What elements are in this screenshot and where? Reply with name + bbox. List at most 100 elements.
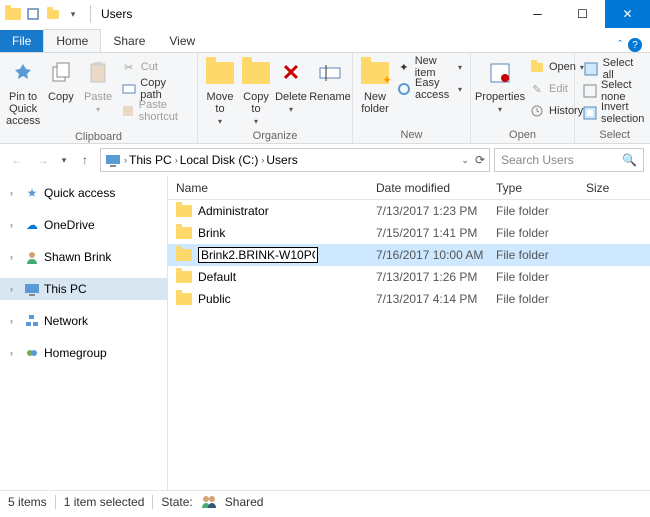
ribbon-collapse-icon[interactable]: ˆ (618, 39, 622, 51)
group-label-select: Select (579, 127, 650, 143)
file-row[interactable]: Default7/13/2017 1:26 PMFile folder (168, 266, 650, 288)
file-date: 7/13/2017 4:14 PM (368, 292, 488, 306)
navigation-pane: ›★Quick access ›☁OneDrive ›Shawn Brink ›… (0, 176, 168, 490)
delete-icon: ✕ (275, 57, 307, 89)
properties-icon (484, 57, 516, 89)
maximize-button[interactable]: ☐ (560, 0, 605, 28)
folder-icon (176, 293, 192, 305)
file-date: 7/13/2017 1:23 PM (368, 204, 488, 218)
forward-button[interactable]: → (32, 149, 54, 171)
folder-icon (176, 271, 192, 283)
ribbon: Pin to Quick access Copy Paste ▾ ✂Cut Co… (0, 52, 650, 144)
rename-button[interactable]: Rename (308, 55, 352, 105)
search-box[interactable]: Search Users 🔍 (494, 148, 644, 172)
col-date[interactable]: Date modified (368, 181, 488, 195)
delete-button[interactable]: ✕ Delete ▾ (274, 55, 308, 116)
refresh-icon[interactable]: ⟳ (475, 153, 485, 167)
qat-properties-icon[interactable] (24, 5, 42, 23)
help-icon[interactable]: ? (628, 38, 642, 52)
select-all-icon (583, 61, 599, 77)
history-icon (529, 103, 545, 119)
folder-app-icon (4, 5, 22, 23)
edit-button[interactable]: ✎Edit (529, 79, 584, 99)
new-folder-button[interactable]: ✦ New folder (357, 55, 393, 117)
pc-icon (24, 281, 40, 297)
new-folder-icon: ✦ (359, 57, 391, 89)
file-type: File folder (488, 270, 578, 284)
rename-icon (314, 57, 346, 89)
nav-user[interactable]: ›Shawn Brink (0, 246, 167, 268)
paste-icon (82, 57, 114, 89)
network-icon (24, 313, 40, 329)
file-list-pane: Name Date modified Type Size Administrat… (168, 176, 650, 490)
window-title: Users (95, 7, 132, 21)
rename-input[interactable] (198, 247, 318, 263)
tab-home[interactable]: Home (43, 29, 101, 52)
select-none-button[interactable]: Select none (583, 81, 646, 101)
status-bar: 5 items 1 item selected State: Shared (0, 490, 650, 513)
address-dropdown-icon[interactable]: ⌄ (461, 155, 469, 166)
copy-button[interactable]: Copy (42, 55, 79, 105)
easy-access-icon (397, 81, 411, 97)
file-row[interactable]: Brink7/15/2017 1:41 PMFile folder (168, 222, 650, 244)
tab-share[interactable]: Share (101, 30, 157, 52)
breadcrumb-drive[interactable]: Local Disk (C:)› (180, 153, 265, 167)
tab-view[interactable]: View (157, 30, 207, 52)
paste-button[interactable]: Paste ▾ (80, 55, 117, 116)
move-to-button[interactable]: Move to ▾ (202, 55, 238, 128)
col-type[interactable]: Type (488, 181, 578, 195)
new-item-button[interactable]: ✦New item ▾ (397, 57, 462, 77)
user-icon (24, 249, 40, 265)
star-icon: ★ (24, 185, 40, 201)
back-button[interactable]: ← (6, 149, 28, 171)
breadcrumb-folder[interactable]: Users (266, 153, 297, 167)
status-state-value: Shared (225, 495, 264, 509)
col-size[interactable]: Size (578, 181, 638, 195)
minimize-button[interactable]: ─ (515, 0, 560, 28)
up-button[interactable]: ↑ (74, 149, 96, 171)
paste-shortcut-icon (121, 103, 135, 119)
status-selected-count: 1 item selected (64, 495, 145, 509)
file-row[interactable]: Public7/13/2017 4:14 PMFile folder (168, 288, 650, 310)
nav-homegroup[interactable]: ›Homegroup (0, 342, 167, 364)
file-row[interactable]: Administrator7/13/2017 1:23 PMFile folde… (168, 200, 650, 222)
col-name[interactable]: Name (168, 181, 368, 195)
properties-button[interactable]: Properties ▾ (475, 55, 525, 116)
pin-to-quick-access-button[interactable]: Pin to Quick access (4, 55, 42, 129)
group-label-clipboard: Clipboard (4, 129, 193, 145)
file-type: File folder (488, 226, 578, 240)
open-icon (529, 59, 545, 75)
breadcrumb-pc[interactable]: This PC› (129, 153, 178, 167)
qat-newfolder-icon[interactable] (44, 5, 62, 23)
qat-dropdown-icon[interactable]: ▾ (64, 5, 82, 23)
address-bar[interactable]: › This PC› Local Disk (C:)› Users ⌄ ⟳ (100, 148, 490, 172)
file-name: Default (198, 270, 236, 284)
file-name: Public (198, 292, 231, 306)
tab-file[interactable]: File (0, 30, 43, 52)
copy-path-button[interactable]: Copy path (121, 79, 189, 99)
nav-quick-access[interactable]: ›★Quick access (0, 182, 167, 204)
paste-shortcut-button[interactable]: Paste shortcut (121, 101, 189, 121)
copy-to-icon (240, 57, 272, 89)
address-row: ← → ▾ ↑ › This PC› Local Disk (C:)› User… (0, 144, 650, 176)
copy-to-button[interactable]: Copy to ▾ (238, 55, 274, 128)
file-name: Brink (198, 226, 225, 240)
cloud-icon: ☁ (24, 217, 40, 233)
search-placeholder: Search Users (501, 153, 574, 167)
cut-button[interactable]: ✂Cut (121, 57, 189, 77)
file-row[interactable]: 7/16/2017 10:00 AMFile folder (168, 244, 650, 266)
pin-icon (7, 57, 39, 89)
nav-this-pc[interactable]: ›This PC (0, 278, 167, 300)
invert-selection-icon (583, 105, 597, 121)
folder-icon (176, 227, 192, 239)
invert-selection-button[interactable]: Invert selection (583, 103, 646, 123)
recent-dropdown[interactable]: ▾ (58, 149, 70, 171)
breadcrumb-pc-icon[interactable]: › (105, 153, 127, 167)
nav-network[interactable]: ›Network (0, 310, 167, 332)
close-button[interactable]: ✕ (605, 0, 650, 28)
select-all-button[interactable]: Select all (583, 59, 646, 79)
nav-onedrive[interactable]: ›☁OneDrive (0, 214, 167, 236)
file-type: File folder (488, 204, 578, 218)
search-icon: 🔍 (622, 153, 637, 167)
easy-access-button[interactable]: Easy access ▾ (397, 79, 462, 99)
